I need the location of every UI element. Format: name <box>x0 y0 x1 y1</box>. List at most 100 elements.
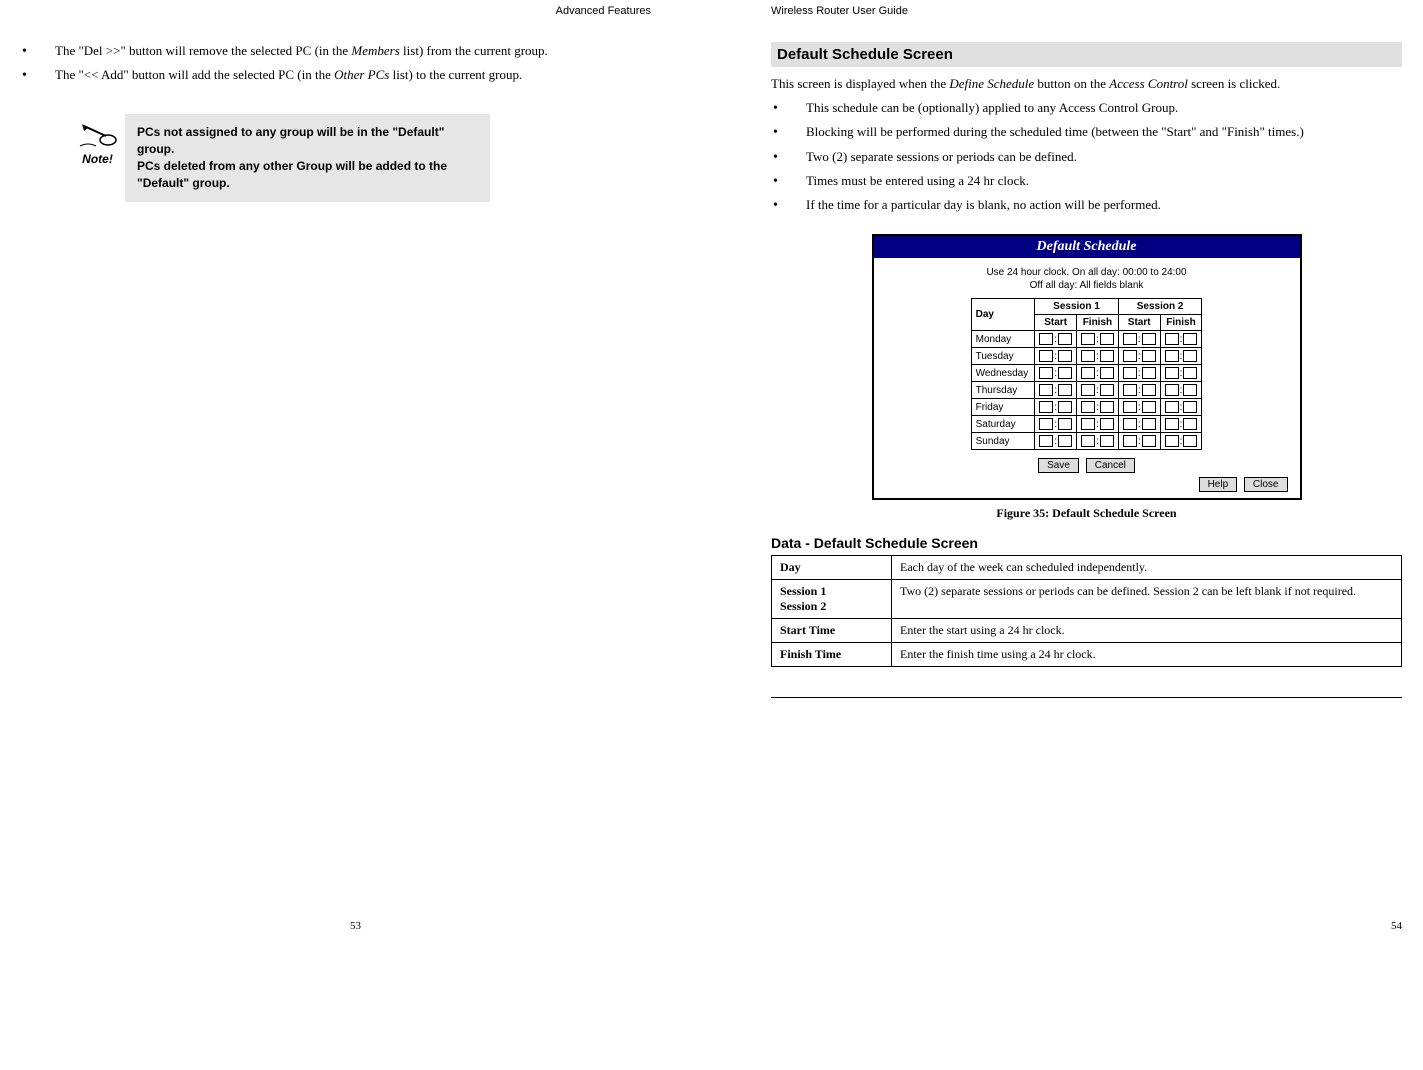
time-input[interactable] <box>1123 350 1137 362</box>
time-input[interactable] <box>1165 401 1179 413</box>
close-button[interactable]: Close <box>1244 477 1288 492</box>
time-input[interactable] <box>1100 384 1114 396</box>
time-input[interactable] <box>1123 418 1137 430</box>
time-input[interactable] <box>1081 435 1095 447</box>
day-cell: Tuesday <box>971 348 1035 365</box>
time-cell: : <box>1035 382 1077 399</box>
time-input[interactable] <box>1142 401 1156 413</box>
col-s2-finish: Finish <box>1160 315 1202 331</box>
time-input[interactable] <box>1058 367 1072 379</box>
col-s1-start: Start <box>1035 315 1077 331</box>
page-left: Advanced Features The "Del >>" button wi… <box>0 0 711 932</box>
time-cell: : <box>1118 365 1160 382</box>
time-input[interactable] <box>1165 333 1179 345</box>
day-cell: Sunday <box>971 433 1035 450</box>
time-input[interactable] <box>1058 384 1072 396</box>
page-right: Wireless Router User Guide Default Sched… <box>711 0 1422 932</box>
time-input[interactable] <box>1183 435 1197 447</box>
time-input[interactable] <box>1081 350 1095 362</box>
time-input[interactable] <box>1039 350 1053 362</box>
right-bullet-4: Times must be entered using a 24 hr cloc… <box>771 172 1402 190</box>
time-input[interactable] <box>1100 367 1114 379</box>
time-input[interactable] <box>1142 418 1156 430</box>
data-label: Start Time <box>772 619 892 643</box>
time-cell: : <box>1160 382 1202 399</box>
time-input[interactable] <box>1142 435 1156 447</box>
figure-buttons-main: Save Cancel <box>874 458 1300 473</box>
time-input[interactable] <box>1123 333 1137 345</box>
time-input[interactable] <box>1081 333 1095 345</box>
time-input[interactable] <box>1165 384 1179 396</box>
time-input[interactable] <box>1100 350 1114 362</box>
time-input[interactable] <box>1039 384 1053 396</box>
cancel-button[interactable]: Cancel <box>1086 458 1135 473</box>
header-left: Advanced Features <box>20 5 651 17</box>
day-cell: Wednesday <box>971 365 1035 382</box>
time-input[interactable] <box>1039 367 1053 379</box>
time-input[interactable] <box>1039 435 1053 447</box>
time-input[interactable] <box>1123 435 1137 447</box>
time-input[interactable] <box>1100 418 1114 430</box>
time-input[interactable] <box>1142 350 1156 362</box>
time-input[interactable] <box>1081 418 1095 430</box>
right-bullet-2: Blocking will be performed during the sc… <box>771 123 1402 141</box>
data-label: Session 1Session 2 <box>772 580 892 619</box>
time-input[interactable] <box>1058 418 1072 430</box>
time-input[interactable] <box>1058 350 1072 362</box>
time-cell: : <box>1118 382 1160 399</box>
time-input[interactable] <box>1123 367 1137 379</box>
time-input[interactable] <box>1100 401 1114 413</box>
time-cell: : <box>1077 399 1119 416</box>
time-input[interactable] <box>1183 418 1197 430</box>
schedule-row: Monday:::: <box>971 331 1202 348</box>
time-input[interactable] <box>1142 333 1156 345</box>
time-cell: : <box>1160 416 1202 433</box>
time-cell: : <box>1035 331 1077 348</box>
schedule-row: Sunday:::: <box>971 433 1202 450</box>
data-label: Finish Time <box>772 643 892 667</box>
schedule-table: Day Session 1 Session 2 Start Finish Sta… <box>971 298 1203 450</box>
time-cell: : <box>1160 331 1202 348</box>
data-table: DayEach day of the week can scheduled in… <box>771 555 1402 667</box>
time-input[interactable] <box>1183 333 1197 345</box>
time-input[interactable] <box>1183 401 1197 413</box>
time-input[interactable] <box>1081 384 1095 396</box>
data-label: Day <box>772 556 892 580</box>
figure-title: Default Schedule <box>874 236 1300 258</box>
col-s1-finish: Finish <box>1077 315 1119 331</box>
left-bullet-1: The "Del >>" button will remove the sele… <box>20 42 651 60</box>
time-input[interactable] <box>1039 401 1053 413</box>
time-input[interactable] <box>1058 435 1072 447</box>
time-input[interactable] <box>1142 384 1156 396</box>
time-input[interactable] <box>1058 401 1072 413</box>
time-input[interactable] <box>1081 367 1095 379</box>
time-input[interactable] <box>1183 367 1197 379</box>
time-input[interactable] <box>1123 401 1137 413</box>
time-input[interactable] <box>1165 367 1179 379</box>
time-input[interactable] <box>1039 418 1053 430</box>
right-bullet-1: This schedule can be (optionally) applie… <box>771 99 1402 117</box>
time-input[interactable] <box>1100 435 1114 447</box>
time-input[interactable] <box>1123 384 1137 396</box>
col-session2: Session 2 <box>1118 299 1202 315</box>
help-button[interactable]: Help <box>1199 477 1238 492</box>
save-button[interactable]: Save <box>1038 458 1079 473</box>
time-input[interactable] <box>1039 333 1053 345</box>
time-input[interactable] <box>1142 367 1156 379</box>
time-input[interactable] <box>1165 435 1179 447</box>
time-input[interactable] <box>1100 333 1114 345</box>
data-row: Start TimeEnter the start using a 24 hr … <box>772 619 1402 643</box>
time-input[interactable] <box>1058 333 1072 345</box>
data-desc: Two (2) separate sessions or periods can… <box>892 580 1402 619</box>
right-bullet-5: If the time for a particular day is blan… <box>771 196 1402 214</box>
time-cell: : <box>1118 399 1160 416</box>
figure-hints: Use 24 hour clock. On all day: 00:00 to … <box>874 258 1300 298</box>
time-cell: : <box>1035 365 1077 382</box>
figure-wrap: Default Schedule Use 24 hour clock. On a… <box>771 234 1402 500</box>
time-input[interactable] <box>1183 384 1197 396</box>
time-input[interactable] <box>1165 418 1179 430</box>
time-cell: : <box>1118 433 1160 450</box>
time-input[interactable] <box>1165 350 1179 362</box>
time-input[interactable] <box>1081 401 1095 413</box>
time-input[interactable] <box>1183 350 1197 362</box>
